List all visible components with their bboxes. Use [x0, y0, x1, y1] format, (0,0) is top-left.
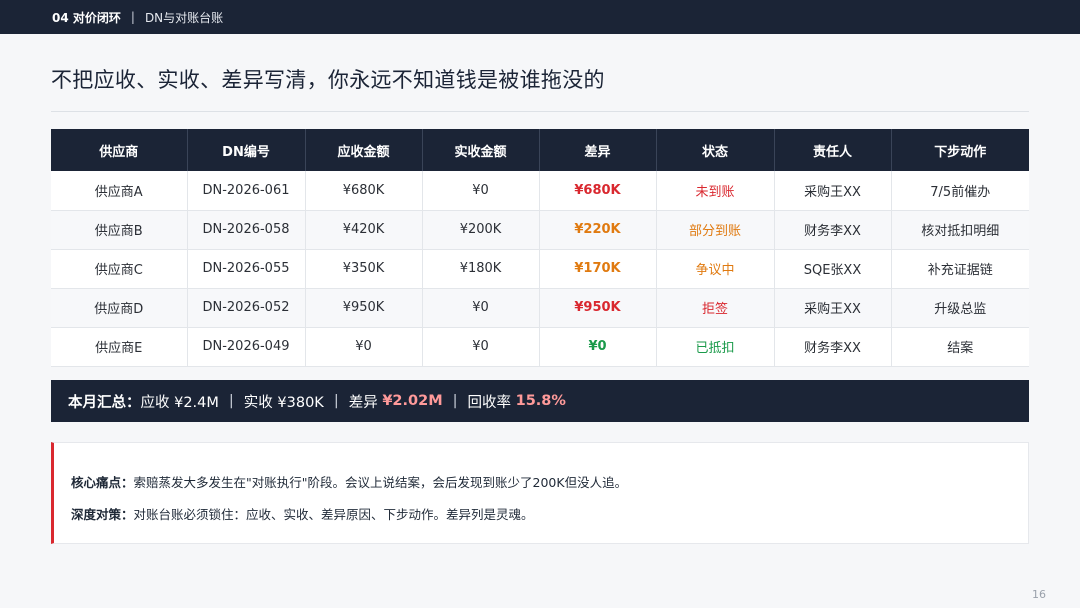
summary-separator: | [228, 393, 234, 409]
owner-cell: 采购王XX [774, 171, 892, 211]
table-header-row: 供应商 DN编号 应收金额 实收金额 差异 状态 责任人 下步动作 [51, 129, 1029, 171]
difference-cell: ¥170K [539, 249, 657, 289]
supplier-cell: 供应商E [51, 327, 188, 367]
dn-number-cell: DN-2026-052 [187, 288, 306, 328]
dn-number-cell: DN-2026-058 [187, 210, 306, 250]
next-action-cell: 升级总监 [891, 288, 1029, 328]
summary-received: 实收 ¥380K [243, 394, 324, 411]
dn-number-cell: DN-2026-061 [187, 171, 306, 211]
table-row: 供应商B DN-2026-058 ¥420K ¥200K ¥220K 部分到账 … [51, 210, 1029, 250]
status-cell: 未到账 [656, 171, 775, 211]
page-number: 16 [1032, 588, 1046, 601]
received-cell: ¥0 [422, 171, 540, 211]
column-header: 状态 [656, 129, 775, 171]
difference-cell: ¥0 [539, 327, 657, 367]
slide: 04 对价闭环 | DN与对账台账 不把应收、实收、差异写清，你永远不知道钱是被… [0, 0, 1080, 608]
summary-diff-value: ¥2.02M [382, 393, 443, 409]
status-cell: 部分到账 [656, 210, 775, 250]
next-action-cell: 核对抵扣明细 [891, 210, 1029, 250]
difference-cell: ¥680K [539, 171, 657, 211]
insight-callout: 核心痛点：索赔蒸发大多发生在"对账执行"阶段。会议上说结案，会后发现到账少了20… [51, 442, 1029, 544]
column-header: 下步动作 [891, 129, 1029, 171]
received-cell: ¥0 [422, 288, 540, 328]
received-cell: ¥200K [422, 210, 540, 250]
header-bar: 04 对价闭环 | DN与对账台账 [0, 0, 1080, 34]
status-cell: 争议中 [656, 249, 775, 289]
summary-lead: 本月汇总： [68, 394, 141, 411]
receivable-cell: ¥350K [305, 249, 423, 289]
received-cell: ¥0 [422, 327, 540, 367]
supplier-cell: 供应商B [51, 210, 188, 250]
title-divider [51, 111, 1029, 112]
supplier-cell: 供应商D [51, 288, 188, 328]
breadcrumb: DN与对账台账 [144, 10, 224, 25]
summary-separator: | [333, 393, 339, 409]
summary-diff-label: 差异 [348, 394, 378, 411]
summary-receivable: 应收 ¥2.4M [140, 394, 219, 411]
receivable-cell: ¥680K [305, 171, 423, 211]
reconciliation-table: 供应商 DN编号 应收金额 实收金额 差异 状态 责任人 下步动作 供应商A D… [51, 129, 1029, 367]
pain-point-text: 索赔蒸发大多发生在"对账执行"阶段。会议上说结案，会后发现到账少了200K但没人… [133, 475, 628, 490]
owner-cell: SQE张XX [774, 249, 892, 289]
supplier-cell: 供应商A [51, 171, 188, 211]
receivable-cell: ¥950K [305, 288, 423, 328]
receivable-cell: ¥0 [305, 327, 423, 367]
next-action-cell: 补充证据链 [891, 249, 1029, 289]
table-row: 供应商C DN-2026-055 ¥350K ¥180K ¥170K 争议中 S… [51, 249, 1029, 289]
monthly-summary-bar: 本月汇总： 应收 ¥2.4M | 实收 ¥380K | 差异 ¥2.02M | … [51, 380, 1029, 422]
column-header: 应收金额 [305, 129, 423, 171]
supplier-cell: 供应商C [51, 249, 188, 289]
section-label: 04 对价闭环 [52, 10, 121, 25]
countermeasure-line: 深度对策：对账台账必须锁住：应收、实收、差异原因、下步动作。差异列是灵魂。 [71, 504, 1028, 523]
next-action-cell: 结案 [891, 327, 1029, 367]
column-header: 差异 [539, 129, 657, 171]
summary-separator: | [452, 393, 458, 409]
receivable-cell: ¥420K [305, 210, 423, 250]
column-header: 供应商 [51, 129, 188, 171]
column-header: DN编号 [187, 129, 306, 171]
column-header: 实收金额 [422, 129, 540, 171]
table-row: 供应商E DN-2026-049 ¥0 ¥0 ¥0 已抵扣 财务李XX 结案 [51, 327, 1029, 367]
summary-rate-label: 回收率 [467, 394, 512, 411]
difference-cell: ¥950K [539, 288, 657, 328]
pain-point-line: 核心痛点：索赔蒸发大多发生在"对账执行"阶段。会议上说结案，会后发现到账少了20… [71, 472, 1028, 491]
pain-point-label: 核心痛点： [71, 475, 134, 490]
summary-rate-value: 15.8% [515, 393, 566, 409]
owner-cell: 采购王XX [774, 288, 892, 328]
dn-number-cell: DN-2026-049 [187, 327, 306, 367]
countermeasure-text: 对账台账必须锁住：应收、实收、差异原因、下步动作。差异列是灵魂。 [133, 507, 534, 522]
owner-cell: 财务李XX [774, 327, 892, 367]
status-cell: 拒签 [656, 288, 775, 328]
column-header: 责任人 [774, 129, 892, 171]
header-separator: | [130, 10, 135, 24]
countermeasure-label: 深度对策： [71, 507, 134, 522]
table-row: 供应商A DN-2026-061 ¥680K ¥0 ¥680K 未到账 采购王X… [51, 171, 1029, 211]
owner-cell: 财务李XX [774, 210, 892, 250]
page-title: 不把应收、实收、差异写清，你永远不知道钱是被谁拖没的 [51, 68, 605, 92]
table-row: 供应商D DN-2026-052 ¥950K ¥0 ¥950K 拒签 采购王XX… [51, 288, 1029, 328]
received-cell: ¥180K [422, 249, 540, 289]
dn-number-cell: DN-2026-055 [187, 249, 306, 289]
difference-cell: ¥220K [539, 210, 657, 250]
status-cell: 已抵扣 [656, 327, 775, 367]
next-action-cell: 7/5前催办 [891, 171, 1029, 211]
